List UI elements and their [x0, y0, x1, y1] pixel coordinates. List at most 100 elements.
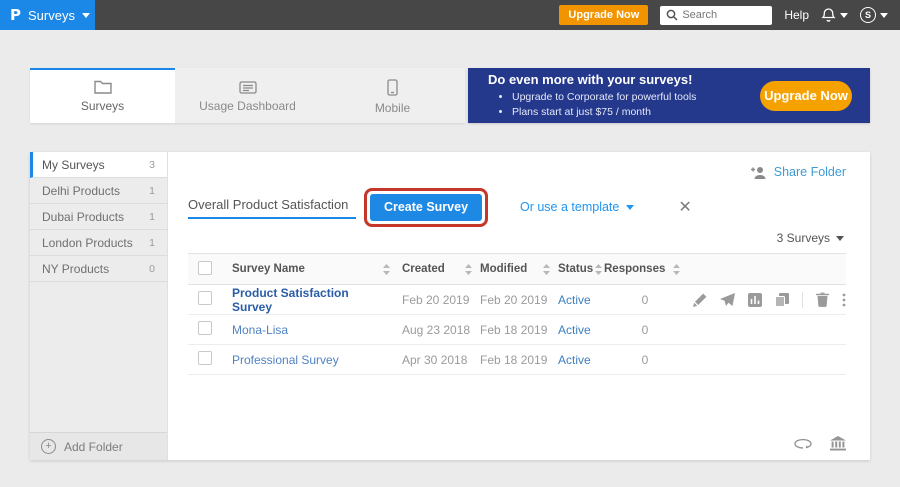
account-menu[interactable]: S	[860, 7, 888, 23]
column-header-modified[interactable]: Modified	[480, 263, 558, 275]
pencil-icon	[693, 293, 707, 307]
chevron-down-icon	[840, 13, 848, 18]
share-folder-row: Share Folder	[188, 164, 846, 180]
folders-sidebar: My Surveys 3 Delhi Products 1 Dubai Prod…	[30, 152, 168, 460]
create-survey-button[interactable]: Create Survey	[370, 194, 482, 221]
folder-count: 3	[149, 159, 155, 171]
upgrade-banner: Do even more with your surveys! Upgrade …	[468, 68, 870, 123]
paper-plane-icon	[720, 293, 735, 307]
status-link[interactable]: Active	[558, 353, 591, 367]
row-checkbox[interactable]	[198, 291, 212, 305]
chevron-down-icon	[880, 13, 888, 18]
responses-cell: 0	[604, 293, 686, 307]
edit-button[interactable]	[693, 293, 707, 307]
bell-icon	[821, 7, 836, 23]
archive-button[interactable]	[830, 436, 846, 451]
column-header-created[interactable]: Created	[402, 263, 480, 275]
row-checkbox[interactable]	[198, 321, 212, 335]
row-checkbox[interactable]	[198, 351, 212, 365]
tabs-and-banner: Surveys Usage Dashboard Mobile Do even m…	[30, 68, 870, 123]
survey-name-link[interactable]: Mona-Lisa	[232, 323, 288, 337]
sidebar-item-ny-products[interactable]: NY Products 0	[30, 256, 167, 282]
person-add-icon	[750, 166, 767, 179]
sort-icon[interactable]	[595, 264, 602, 275]
analytics-button[interactable]	[748, 293, 762, 307]
upgrade-now-button[interactable]: Upgrade Now	[559, 5, 648, 25]
sort-icon[interactable]	[465, 264, 472, 275]
sort-icon[interactable]	[543, 264, 550, 275]
search-icon	[666, 9, 678, 21]
tab-bar: Surveys Usage Dashboard Mobile	[30, 68, 465, 123]
notifications-button[interactable]	[821, 7, 848, 23]
modified-cell: Feb 20 2019	[480, 293, 558, 307]
created-cell: Apr 30 2018	[402, 353, 480, 367]
column-header-responses[interactable]: Responses	[604, 263, 686, 275]
send-button[interactable]	[720, 293, 735, 307]
restore-button[interactable]	[794, 437, 812, 450]
select-all-checkbox[interactable]	[198, 261, 212, 275]
surveys-table: Survey Name Created Modified Status	[188, 253, 846, 375]
sidebar-item-london-products[interactable]: London Products 1	[30, 230, 167, 256]
sidebar-item-dubai-products[interactable]: Dubai Products 1	[30, 204, 167, 230]
topbar: P Surveys Upgrade Now Help S	[0, 0, 900, 30]
table-row: Mona-Lisa Aug 23 2018 Feb 18 2019 Active…	[188, 315, 846, 345]
mobile-icon	[387, 79, 398, 96]
sort-icon[interactable]	[383, 264, 390, 275]
close-icon[interactable]: ✕	[678, 197, 691, 217]
share-folder-link[interactable]: Share Folder	[774, 165, 846, 179]
bank-building-icon	[830, 436, 846, 451]
column-header-status[interactable]: Status	[558, 263, 604, 275]
table-row: Professional Survey Apr 30 2018 Feb 18 2…	[188, 345, 846, 375]
search-box	[660, 5, 772, 25]
use-template-label: Or use a template	[520, 200, 619, 214]
created-cell: Feb 20 2019	[402, 293, 480, 307]
folder-count: 1	[149, 185, 155, 197]
folder-count: 0	[149, 263, 155, 275]
dots-vertical-icon	[842, 293, 846, 307]
column-label: Responses	[604, 263, 665, 275]
modified-cell: Feb 18 2019	[480, 353, 558, 367]
add-folder-button[interactable]: + Add Folder	[30, 432, 167, 460]
copy-icon	[775, 293, 789, 307]
tab-label: Usage Dashboard	[199, 99, 296, 113]
questionpro-logo-icon: P	[10, 6, 21, 24]
create-survey-row: Create Survey Or use a template ✕	[188, 189, 846, 225]
dashboard-icon	[239, 81, 257, 94]
tab-surveys[interactable]: Surveys	[30, 68, 175, 123]
topbar-right: Upgrade Now Help S	[559, 0, 900, 30]
annotation-highlight: Create Survey	[364, 188, 488, 227]
copy-button[interactable]	[775, 293, 789, 307]
add-folder-label: Add Folder	[64, 440, 123, 454]
banner-upgrade-button[interactable]: Upgrade Now	[760, 81, 852, 111]
trash-icon	[816, 292, 829, 307]
column-label: Status	[558, 263, 593, 275]
delete-button[interactable]	[816, 292, 829, 307]
chevron-down-icon	[626, 205, 634, 210]
more-options-button[interactable]	[842, 293, 846, 307]
tab-usage-dashboard[interactable]: Usage Dashboard	[175, 68, 320, 123]
sidebar-item-my-surveys[interactable]: My Surveys 3	[30, 152, 167, 178]
responses-cell: 0	[604, 323, 686, 337]
sort-icon[interactable]	[673, 264, 680, 275]
responses-cell: 0	[604, 353, 686, 367]
sidebar-item-delhi-products[interactable]: Delhi Products 1	[30, 178, 167, 204]
status-link[interactable]: Active	[558, 323, 591, 337]
tab-mobile[interactable]: Mobile	[320, 68, 465, 123]
survey-name-link[interactable]: Professional Survey	[232, 353, 339, 367]
surveys-count-dropdown[interactable]: 3 Surveys	[188, 231, 844, 245]
app-switcher[interactable]: P Surveys	[0, 0, 95, 30]
survey-name-link[interactable]: Product Satisfaction Survey	[232, 286, 390, 314]
avatar: S	[860, 7, 876, 23]
row-actions	[686, 292, 846, 308]
use-template-dropdown[interactable]: Or use a template	[520, 200, 634, 214]
folder-count: 1	[149, 237, 155, 249]
plus-circle-icon: +	[41, 439, 56, 454]
help-link[interactable]: Help	[784, 8, 809, 22]
column-header-survey-name[interactable]: Survey Name	[232, 263, 402, 275]
banner-bullet: Upgrade to Corporate for powerful tools	[512, 90, 760, 104]
banner-title: Do even more with your surveys!	[488, 72, 760, 87]
table-header: Survey Name Created Modified Status	[188, 253, 846, 285]
survey-name-input[interactable]	[188, 195, 356, 219]
banner-bullet: Plans start at just $75 / month	[512, 105, 760, 119]
status-link[interactable]: Active	[558, 293, 591, 307]
